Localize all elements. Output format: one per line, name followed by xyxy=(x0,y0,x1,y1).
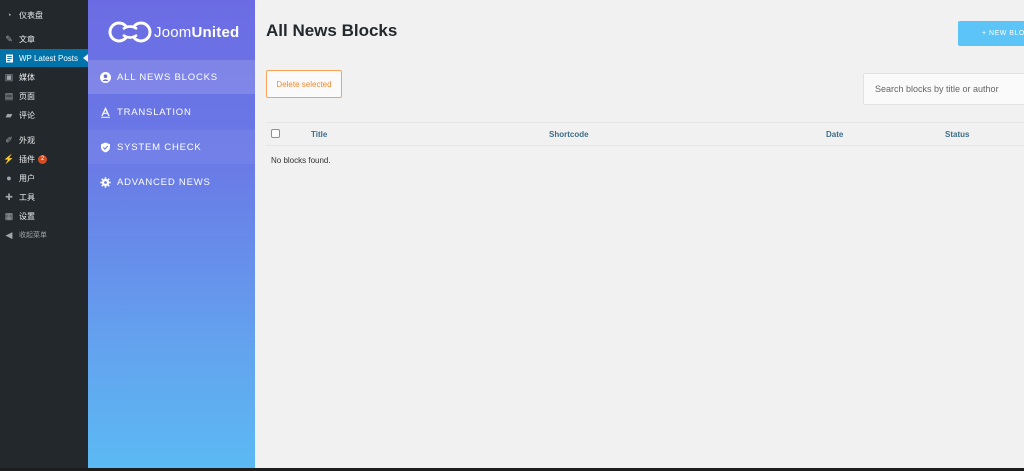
wp-menu-label: 收起菜单 xyxy=(19,232,47,239)
empty-state-message: No blocks found. xyxy=(271,156,331,165)
media-icon: ▣ xyxy=(4,71,14,82)
dashboard-icon: ◔ xyxy=(6,9,12,20)
select-all-checkbox[interactable] xyxy=(271,129,280,138)
settings-icon: ▦ xyxy=(4,210,14,221)
collapse-icon: ◀ xyxy=(5,229,13,240)
wp-menu-settings[interactable]: ▦ 设置 xyxy=(0,207,88,225)
wp-menu-label: 媒体 xyxy=(19,72,35,82)
delete-selected-button[interactable]: Delete selected xyxy=(266,70,342,98)
wp-menu-pages[interactable]: ▤ 页面 xyxy=(0,87,88,105)
wp-menu-label: 设置 xyxy=(19,211,35,221)
pin-icon: ✎ xyxy=(5,33,13,44)
column-date[interactable]: Date xyxy=(826,130,843,139)
page-title: All News Blocks xyxy=(266,21,398,40)
gear-icon xyxy=(100,176,111,188)
wp-menu-label: 用户 xyxy=(19,173,35,183)
wp-menu-posts[interactable]: ✎ 文章 xyxy=(0,30,88,48)
nav-translation[interactable]: TRANSLATION xyxy=(88,95,255,129)
wp-menu-appearance[interactable]: ✐ 外观 xyxy=(0,131,88,149)
posts-icon xyxy=(4,53,14,63)
blocks-table: Title Shortcode Date Status No blocks fo… xyxy=(266,122,1024,165)
column-status[interactable]: Status xyxy=(945,130,969,139)
column-title[interactable]: Title xyxy=(311,130,327,139)
wp-menu-wp-latest-posts[interactable]: WP Latest Posts xyxy=(0,49,88,67)
wp-menu-media[interactable]: ▣ 媒体 xyxy=(0,68,88,86)
wrench-icon: ✚ xyxy=(5,191,13,202)
nav-label: ADVANCED NEWS xyxy=(117,176,211,188)
wp-menu-label: 工具 xyxy=(19,192,35,202)
nav-advanced-news[interactable]: ADVANCED NEWS xyxy=(88,165,255,199)
wp-menu-label: 文章 xyxy=(19,34,35,44)
new-block-button[interactable]: + NEW BLO xyxy=(958,21,1024,46)
wp-menu-dashboard[interactable]: ◔ 仪表盘 xyxy=(0,6,88,24)
nav-label: TRANSLATION xyxy=(117,106,192,118)
wp-menu-label: 评论 xyxy=(19,110,35,120)
table-header: Title Shortcode Date Status xyxy=(266,122,1024,146)
user-icon: ● xyxy=(6,172,12,183)
wp-menu-label: WP Latest Posts xyxy=(19,53,78,63)
translation-icon xyxy=(100,106,111,118)
wp-menu-label: 页面 xyxy=(19,91,35,101)
appearance-icon: ✐ xyxy=(5,134,13,145)
joomunited-logo-icon xyxy=(108,21,152,43)
search-input[interactable] xyxy=(863,73,1024,105)
nav-label: SYSTEM CHECK xyxy=(117,141,202,153)
wp-admin-sidebar: ◔ 仪表盘 ✎ 文章 WP Latest Posts ▣ 媒体 ▤ 页面 ▰ 评… xyxy=(0,0,88,471)
wp-menu-label: 仪表盘 xyxy=(19,10,43,20)
nav-system-check[interactable]: SYSTEM CHECK xyxy=(88,130,255,164)
comment-icon: ▰ xyxy=(5,109,13,120)
wp-menu-collapse[interactable]: ◀ 收起菜单 xyxy=(0,226,88,244)
page-icon: ▤ xyxy=(4,90,14,101)
plugin-nav: JoomUnited ALL NEWS BLOCKS TRANSLATION S… xyxy=(88,0,255,471)
wp-menu-users[interactable]: ● 用户 xyxy=(0,169,88,187)
plugin-icon: ⚡ xyxy=(3,153,15,164)
wp-menu-comments[interactable]: ▰ 评论 xyxy=(0,106,88,124)
wp-menu-label: 插件 xyxy=(19,154,35,164)
main-content: All News Blocks + NEW BLO Delete selecte… xyxy=(255,0,1024,471)
logo-text: JoomUnited xyxy=(154,23,240,41)
wp-menu-tools[interactable]: ✚ 工具 xyxy=(0,188,88,206)
wp-menu-plugins[interactable]: ⚡ 插件 2 xyxy=(0,150,88,168)
column-shortcode[interactable]: Shortcode xyxy=(549,130,589,139)
user-circle-icon xyxy=(100,71,111,83)
nav-all-news-blocks[interactable]: ALL NEWS BLOCKS xyxy=(88,60,255,94)
joomunited-logo: JoomUnited xyxy=(108,18,239,46)
nav-label: ALL NEWS BLOCKS xyxy=(117,71,218,83)
shield-check-icon xyxy=(100,142,111,153)
wp-menu-label: 外观 xyxy=(19,135,35,145)
plugin-update-badge: 2 xyxy=(38,154,47,164)
